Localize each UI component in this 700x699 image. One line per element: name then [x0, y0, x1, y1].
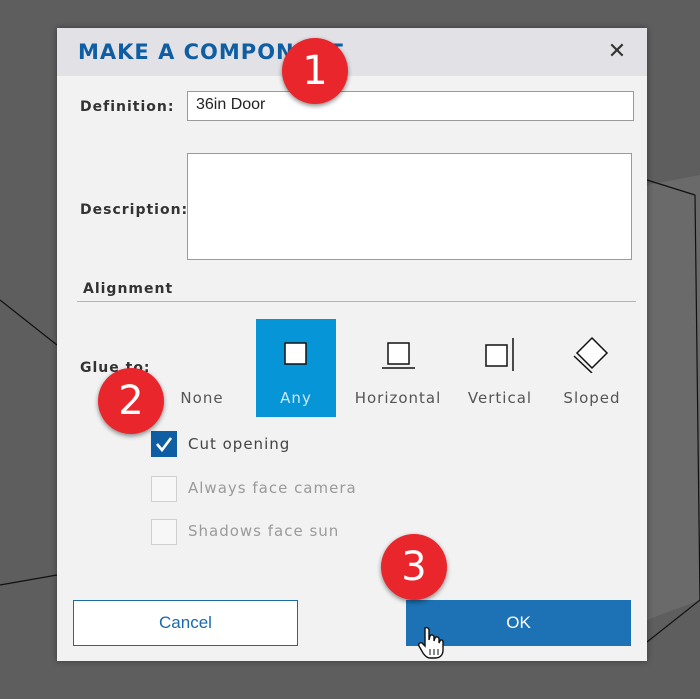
glue-option-sloped[interactable]: Sloped	[552, 319, 632, 417]
callout-marker-2: 2	[98, 368, 164, 434]
cut-opening-checkbox[interactable]	[151, 431, 177, 457]
cut-opening-label: Cut opening	[188, 435, 291, 453]
any-square-icon	[284, 342, 307, 365]
alignment-heading: Alignment	[83, 281, 174, 297]
shadows-face-sun-checkbox[interactable]	[151, 519, 177, 545]
always-face-camera-checkbox[interactable]	[151, 476, 177, 502]
hand-cursor-icon	[418, 626, 444, 659]
alignment-divider	[77, 301, 636, 302]
shadows-face-sun-label: Shadows face sun	[188, 522, 340, 540]
horizontal-icon	[382, 342, 415, 369]
cancel-button[interactable]: Cancel	[73, 600, 298, 646]
callout-marker-1: 1	[282, 38, 348, 104]
glue-option-label: Sloped	[563, 389, 621, 407]
make-component-dialog: MAKE A COMPONENT ✕ Definition: 36in Door…	[57, 28, 647, 661]
glue-option-any[interactable]: Any	[256, 319, 336, 417]
definition-label: Definition:	[80, 99, 175, 115]
vertical-icon	[485, 338, 514, 371]
sloped-icon	[573, 336, 609, 373]
callout-marker-3: 3	[381, 534, 447, 600]
glue-option-none[interactable]: None	[162, 319, 242, 417]
description-label: Description:	[80, 202, 189, 218]
definition-input[interactable]: 36in Door	[187, 91, 634, 121]
glue-option-vertical[interactable]: Vertical	[460, 319, 540, 417]
description-textarea[interactable]	[187, 153, 632, 260]
checkmark-icon	[156, 437, 173, 453]
close-icon[interactable]: ✕	[605, 40, 629, 64]
glue-option-horizontal[interactable]: Horizontal	[355, 319, 440, 417]
always-face-camera-label: Always face camera	[188, 479, 357, 497]
dialog-titlebar: MAKE A COMPONENT ✕	[57, 28, 647, 76]
